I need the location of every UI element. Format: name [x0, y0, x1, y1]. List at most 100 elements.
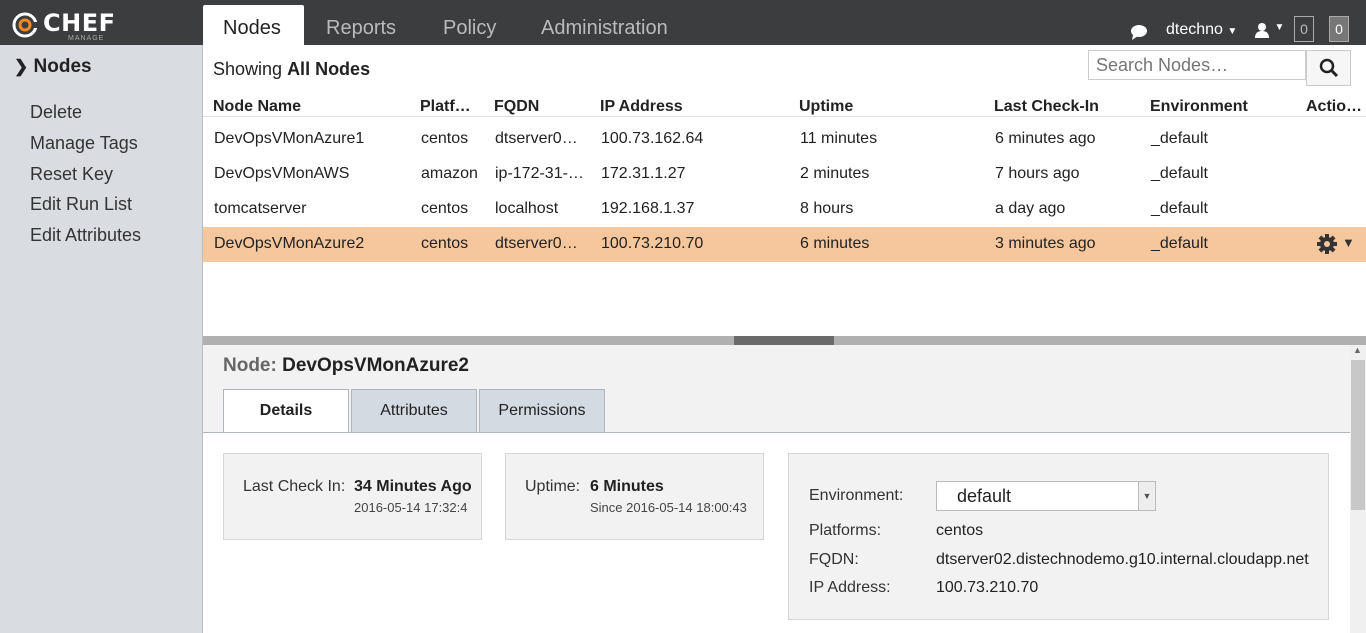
chevron-down-icon: ▼ — [1274, 22, 1285, 33]
cell-node-name: DevOpsVMonAWS — [214, 165, 350, 182]
sidebar-item-edit-attributes[interactable]: Edit Attributes — [30, 225, 141, 246]
table-row[interactable]: DevOpsVMonAWS amazon ip-172-31-… 172.31.… — [203, 157, 1366, 192]
col-uptime[interactable]: Uptime — [799, 98, 853, 116]
chevron-down-icon: ▼ — [1138, 482, 1155, 510]
table-row-selected[interactable]: DevOpsVMonAzure2 centos dtserver0… 100.7… — [203, 227, 1366, 262]
user-menu[interactable]: dtechno ▼ — [1166, 21, 1237, 41]
chevron-right-icon: ❯ — [14, 57, 29, 76]
pane-splitter[interactable] — [203, 336, 1366, 345]
header-divider — [203, 116, 1366, 117]
splitter-handle[interactable] — [734, 336, 834, 345]
uptime-value: 6 Minutes — [590, 478, 664, 495]
col-ip-address[interactable]: IP Address — [600, 98, 683, 116]
account-menu[interactable]: ▼ — [1254, 22, 1284, 42]
uptime-since: Since 2016-05-14 18:00:43 — [590, 500, 747, 515]
cell-last-check-in: 7 hours ago — [995, 165, 1080, 182]
last-check-in-value: 34 Minutes Ago — [354, 478, 472, 495]
tab-attributes[interactable]: Attributes — [351, 389, 477, 432]
cell-node-name: tomcatserver — [214, 200, 307, 217]
tab-details[interactable]: Details — [223, 389, 349, 433]
col-actions[interactable]: Actio… — [1306, 98, 1362, 116]
search-button[interactable] — [1306, 50, 1351, 86]
counter-badge-1[interactable]: 0 — [1294, 16, 1314, 42]
col-environment[interactable]: Environment — [1150, 98, 1248, 116]
sidebar-item-delete[interactable]: Delete — [30, 102, 82, 123]
col-fqdn[interactable]: FQDN — [494, 98, 539, 116]
ip-address-label: IP Address: — [809, 579, 891, 596]
detail-scrollbar[interactable]: ▲ — [1350, 345, 1366, 633]
cell-platform: centos — [421, 235, 469, 252]
tab-permissions[interactable]: Permissions — [479, 389, 605, 432]
table-row[interactable]: DevOpsVMonAzure1 centos dtserver0… 100.7… — [203, 122, 1366, 157]
cell-uptime: 11 minutes — [800, 130, 878, 147]
cell-fqdn: localhost — [495, 200, 559, 217]
tab-administration[interactable]: Administration — [521, 5, 688, 45]
cell-uptime: 2 minutes — [800, 165, 870, 182]
platforms-label: Platforms: — [809, 522, 882, 539]
tab-nodes[interactable]: Nodes — [203, 5, 304, 45]
table-row[interactable]: tomcatserver centos localhost 192.168.1.… — [203, 192, 1366, 227]
gear-icon — [1317, 234, 1337, 254]
cell-uptime: 8 hours — [800, 200, 854, 217]
cell-platform: amazon — [421, 165, 478, 182]
chevron-down-icon: ▼ — [1342, 235, 1355, 250]
cell-fqdn: dtserver0… — [495, 235, 578, 252]
environment-select-value: default — [957, 486, 1012, 506]
tab-reports[interactable]: Reports — [306, 5, 416, 45]
cell-ip-address: 100.73.162.64 — [601, 130, 704, 147]
cell-last-check-in: 3 minutes ago — [995, 235, 1096, 252]
cell-fqdn: dtserver0… — [495, 130, 578, 147]
environment-select[interactable]: default ▼ — [936, 481, 1156, 511]
user-icon — [1255, 23, 1269, 38]
cell-platform: centos — [421, 200, 469, 217]
cell-environment: _default — [1151, 165, 1208, 182]
cell-last-check-in: a day ago — [995, 200, 1066, 217]
environment-label: Environment: — [809, 487, 904, 504]
showing-label: Showing All Nodes — [213, 59, 370, 80]
uptime-card: Uptime: 6 Minutes Since 2016-05-14 18:00… — [505, 453, 764, 540]
last-check-in-card: Last Check In: 34 Minutes Ago 2016-05-14… — [223, 453, 482, 540]
sidebar-item-reset-key[interactable]: Reset Key — [30, 164, 113, 185]
node-detail-title: Node: DevOpsVMonAzure2 — [223, 355, 469, 377]
logo-subtext: MANAGE — [68, 35, 105, 42]
sidebar-heading[interactable]: ❯ Nodes — [14, 56, 92, 78]
col-platform[interactable]: Platf… — [420, 98, 471, 116]
sidebar-item-manage-tags[interactable]: Manage Tags — [30, 133, 138, 154]
chevron-down-icon: ▼ — [1227, 26, 1238, 37]
cell-uptime: 6 minutes — [800, 235, 870, 252]
chef-logo-icon — [12, 12, 40, 38]
chat-icon[interactable] — [1130, 24, 1148, 40]
logo-text: CHEF — [43, 9, 116, 37]
node-title-label: Node: — [223, 355, 277, 376]
last-check-in-label: Last Check In: — [243, 478, 346, 495]
node-info-card: Environment: default ▼ Platforms: centos… — [788, 453, 1329, 620]
col-node-name[interactable]: Node Name — [213, 98, 301, 116]
scrollbar-thumb[interactable] — [1351, 360, 1365, 510]
counter-badge-2[interactable]: 0 — [1329, 16, 1349, 42]
cell-ip-address: 192.168.1.37 — [601, 200, 695, 217]
cell-last-check-in: 6 minutes ago — [995, 130, 1096, 147]
sidebar-heading-label: Nodes — [33, 56, 92, 77]
cell-node-name: DevOpsVMonAzure2 — [214, 235, 365, 252]
row-actions-button[interactable]: ▼ — [1316, 233, 1361, 255]
sidebar-item-edit-run-list[interactable]: Edit Run List — [30, 194, 132, 215]
scroll-up-icon[interactable]: ▲ — [1353, 345, 1362, 355]
cell-ip-address: 100.73.210.70 — [601, 235, 704, 252]
sidebar: ❯ Nodes Delete Manage Tags Reset Key Edi… — [0, 45, 203, 633]
cell-ip-address: 172.31.1.27 — [601, 165, 686, 182]
username: dtechno — [1166, 21, 1223, 38]
search-icon — [1319, 58, 1339, 78]
col-last-check-in[interactable]: Last Check-In — [994, 98, 1099, 116]
cell-node-name: DevOpsVMonAzure1 — [214, 130, 365, 147]
cell-fqdn: ip-172-31-… — [495, 165, 584, 182]
search-input[interactable] — [1088, 50, 1306, 80]
cell-platform: centos — [421, 130, 469, 147]
last-check-in-timestamp: 2016-05-14 17:32:4 — [354, 500, 468, 515]
uptime-label: Uptime: — [525, 478, 581, 495]
fqdn-value: dtserver02.distechnodemo.g10.internal.cl… — [936, 551, 1309, 568]
node-list-panel: Showing All Nodes Node Name Platf… FQDN … — [203, 45, 1366, 335]
tab-policy[interactable]: Policy — [423, 5, 516, 45]
platforms-value: centos — [936, 522, 984, 539]
cell-environment: _default — [1151, 130, 1208, 147]
cell-environment: _default — [1151, 200, 1208, 217]
